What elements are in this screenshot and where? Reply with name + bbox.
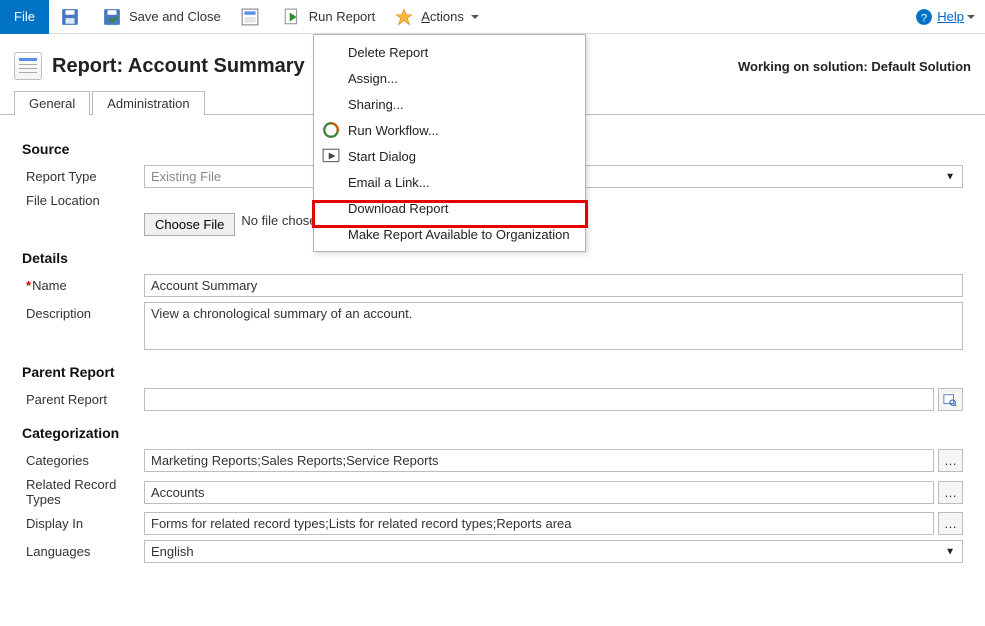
categories-picker-button[interactable]: … [938,449,963,472]
menu-label: Email a Link... [348,175,430,190]
menu-label: Start Dialog [348,149,416,164]
title-prefix: Report: [52,55,128,77]
section-categorization: Categorization [22,425,963,441]
file-menu-label: File [14,9,35,24]
workflow-icon [322,121,340,139]
svg-text:?: ? [921,12,927,24]
blank-icon [322,95,340,113]
label-languages: Languages [22,544,144,559]
actions-icon [395,8,413,26]
save-close-label: Save and Close [129,9,221,24]
menu-download-report[interactable]: Download Report [314,195,585,221]
menu-label: Assign... [348,71,398,86]
section-details: Details [22,250,963,266]
label-report-type: Report Type [22,169,144,184]
title-name: Account Summary [128,55,305,77]
tab-administration[interactable]: Administration [92,91,204,115]
run-report-icon [283,8,301,26]
section-parent: Parent Report [22,364,963,380]
help-link[interactable]: Help [937,9,964,24]
menu-sharing[interactable]: Sharing... [314,91,585,117]
chevron-down-icon [471,15,479,19]
parent-report-field[interactable] [144,388,934,411]
save-icon [61,8,79,26]
blank-icon [322,69,340,87]
dialog-icon [322,147,340,165]
run-report-label: Run Report [309,9,375,24]
chevron-down-icon [967,15,975,19]
toolbar-right: ? Help [911,8,985,26]
actions-menu-button[interactable]: Actions [383,0,487,34]
actions-label: Actions [421,9,464,24]
menu-label: Sharing... [348,97,404,112]
choose-file-button[interactable]: Choose File [144,213,235,236]
actions-dropdown: Delete Report Assign... Sharing... Run W… [313,34,586,252]
related-record-types-field[interactable] [144,481,934,504]
solution-context: Working on solution: Default Solution [738,59,971,74]
label-file-location: File Location [22,193,144,208]
run-report-button[interactable]: Run Report [271,0,383,34]
label-display-in: Display In [22,516,144,531]
menu-label: Delete Report [348,45,428,60]
label-categories: Categories [22,453,144,468]
lookup-icon [943,393,957,407]
save-button[interactable] [49,0,91,34]
categories-field[interactable] [144,449,934,472]
displayin-picker-button[interactable]: … [938,512,963,535]
tab-general[interactable]: General [14,91,90,115]
required-star: * [26,278,31,293]
blank-icon [322,43,340,61]
related-picker-button[interactable]: … [938,481,963,504]
report-entity-icon [14,52,42,80]
label-related-types: Related Record Types [22,477,144,507]
name-field[interactable] [144,274,963,297]
menu-label: Make Report Available to Organization [348,227,570,242]
menu-email-link[interactable]: Email a Link... [314,169,585,195]
help-icon: ? [915,8,933,26]
save-and-close-button[interactable]: Save and Close [91,0,229,34]
toolbar: File Save and Close Run Report Actions ?… [0,0,985,34]
label-name-text: Name [32,278,67,293]
save-as-button[interactable] [229,0,271,34]
save-as-icon [241,8,259,26]
label-description: Description [22,302,144,321]
menu-delete-report[interactable]: Delete Report [314,39,585,65]
label-name: *Name [22,278,144,293]
parent-lookup-button[interactable] [938,388,963,411]
blank-icon [322,173,340,191]
menu-assign[interactable]: Assign... [314,65,585,91]
page-title: Report: Account Summary [52,55,305,78]
description-field[interactable]: View a chronological summary of an accou… [144,302,963,350]
menu-make-available-org[interactable]: Make Report Available to Organization [314,221,585,247]
languages-select[interactable]: English [144,540,963,563]
blank-icon [322,225,340,243]
save-close-icon [103,8,121,26]
menu-label: Run Workflow... [348,123,439,138]
menu-start-dialog[interactable]: Start Dialog [314,143,585,169]
file-menu-button[interactable]: File [0,0,49,34]
file-chosen-status: No file chosen [241,213,323,236]
blank-icon [322,199,340,217]
menu-run-workflow[interactable]: Run Workflow... [314,117,585,143]
label-parent-report: Parent Report [22,392,144,407]
menu-label: Download Report [348,201,448,216]
display-in-field[interactable] [144,512,934,535]
